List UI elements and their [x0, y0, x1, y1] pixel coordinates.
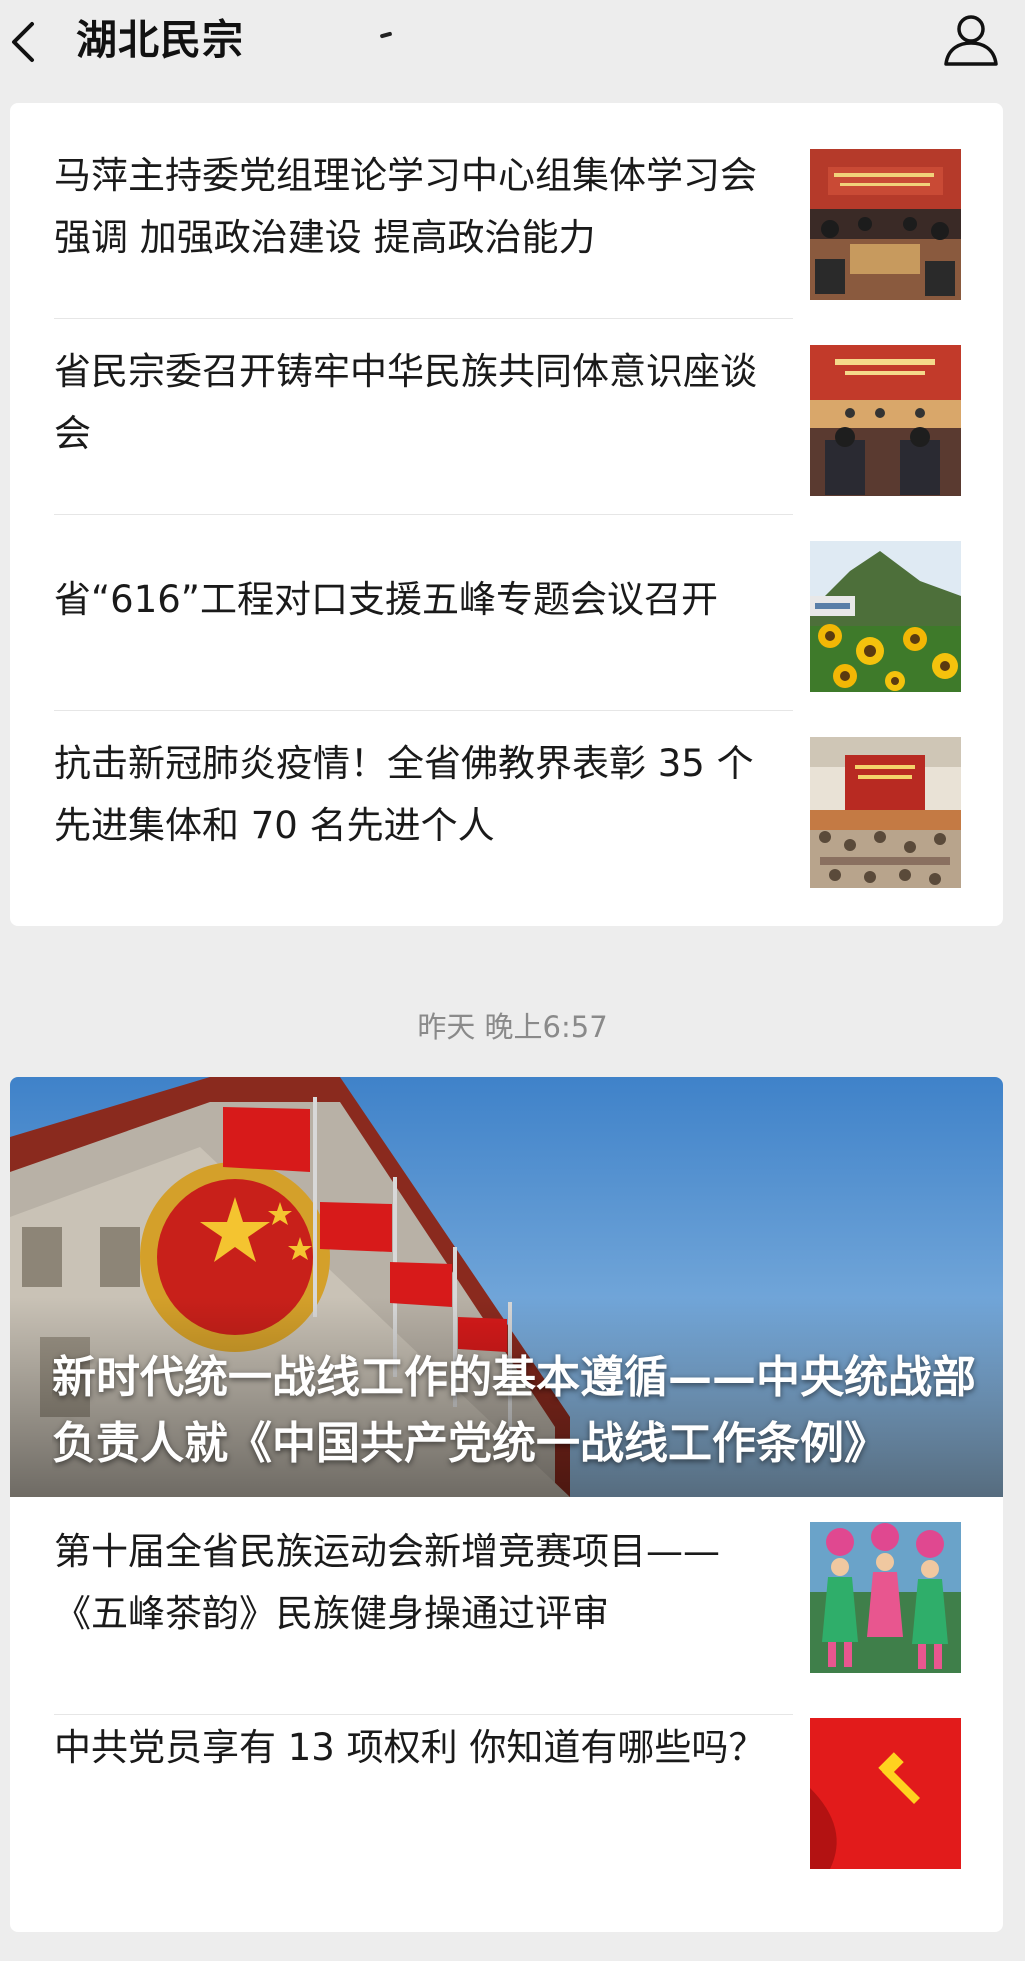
article-thumbnail-dancers — [810, 1522, 961, 1673]
article-thumbnail-meeting — [810, 149, 961, 300]
article-group-card: 新时代统一战线工作的基本遵循——中央统战部负责人就《中国共产党统一战线工作条例》… — [10, 1077, 1003, 1932]
message-timestamp: 昨天 晚上6:57 — [417, 1010, 608, 1044]
article-title: 马萍主持委党组理论学习中心组集体学习会强调 加强政治建设 提高政治能力 — [54, 154, 757, 259]
article-title: 中共党员享有 13 项权利 你知道有哪些吗？ — [54, 1726, 766, 1769]
profile-button[interactable] — [940, 12, 1002, 68]
article-item[interactable]: 中共党员享有 13 项权利 你知道有哪些吗？ — [10, 1718, 1003, 1917]
article-thumbnail-ceremony — [810, 737, 961, 888]
article-thumbnail-party-flag — [810, 1718, 961, 1869]
divider — [54, 1714, 793, 1715]
article-item[interactable]: 省民宗委召开铸牢中华民族共同体意识座谈会 — [10, 313, 1003, 509]
top-bar: 湖北民宗 — [0, 0, 1025, 100]
article-title: 第十届全省民族运动会新增竞赛项目——《五峰茶韵》民族健身操通过评审 — [54, 1530, 720, 1635]
article-thumbnail-sunflowers — [810, 541, 961, 692]
article-thumbnail-meeting — [810, 345, 961, 496]
featured-article[interactable]: 新时代统一战线工作的基本遵循——中央统战部负责人就《中国共产党统一战线工作条例》 — [10, 1077, 1003, 1497]
article-item[interactable]: 马萍主持委党组理论学习中心组集体学习会强调 加强政治建设 提高政治能力 — [10, 117, 1003, 313]
person-icon — [944, 15, 998, 66]
article-item[interactable]: 省“616”工程对口支援五峰专题会议召开 — [10, 509, 1003, 705]
featured-article-title: 新时代统一战线工作的基本遵循——中央统战部负责人就《中国共产党统一战线工作条例》 — [52, 1352, 976, 1469]
article-group-card: 马萍主持委党组理论学习中心组集体学习会强调 加强政治建设 提高政治能力 省民宗委… — [10, 103, 1003, 926]
account-title: 湖北民宗 — [76, 16, 244, 64]
article-item[interactable]: 第十届全省民族运动会新增竞赛项目——《五峰茶韵》民族健身操通过评审 — [10, 1522, 1003, 1721]
article-title: 抗击新冠肺炎疫情！全省佛教界表彰 35 个先进集体和 70 名先进个人 — [54, 742, 754, 847]
chevron-left-icon — [12, 22, 34, 62]
article-title: 省民宗委召开铸牢中华民族共同体意识座谈会 — [54, 350, 757, 455]
stray-mark — [379, 31, 393, 39]
article-title: 省“616”工程对口支援五峰专题会议召开 — [54, 578, 718, 621]
article-item[interactable]: 抗击新冠肺炎疫情！全省佛教界表彰 35 个先进集体和 70 名先进个人 — [10, 705, 1003, 901]
back-button[interactable] — [4, 12, 48, 72]
